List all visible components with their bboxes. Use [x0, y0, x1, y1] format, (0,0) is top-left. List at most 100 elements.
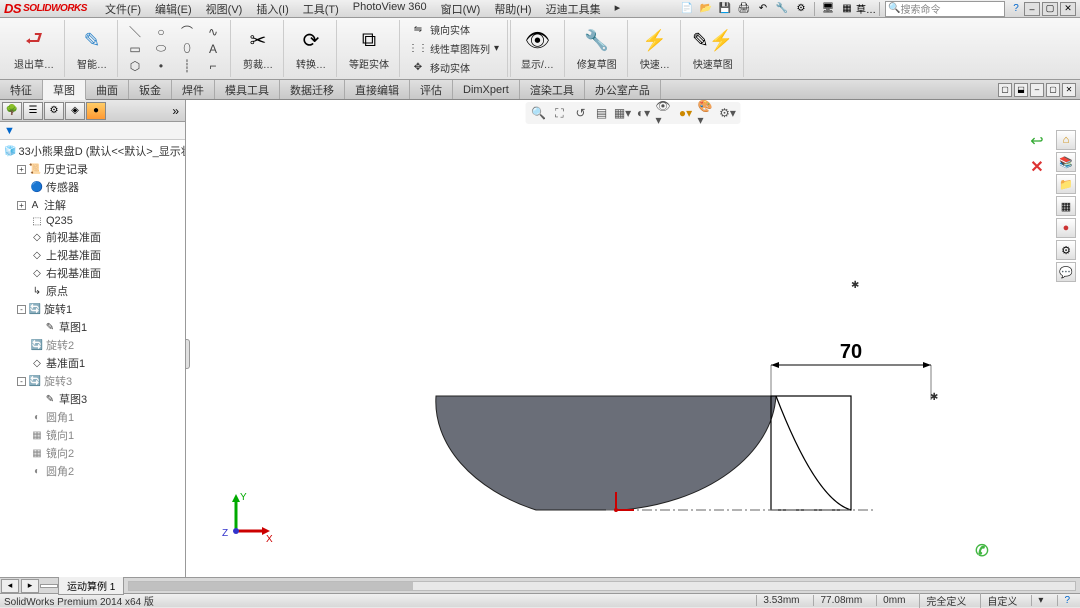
tree-item[interactable]: -🔄旋转3 [2, 372, 183, 390]
mirror-button[interactable]: ⇋镜向实体 [408, 21, 501, 38]
menu-maidi[interactable]: 迈迪工具集 [540, 0, 607, 18]
fm-tab-render-icon[interactable]: ● [86, 102, 106, 120]
status-custom[interactable]: 自定义 [980, 593, 1023, 608]
vp-minimize-icon[interactable]: – [1030, 83, 1044, 97]
fm-tab-display-icon[interactable]: ◈ [65, 102, 85, 120]
model-tab[interactable] [40, 584, 58, 588]
tab-sheetmetal[interactable]: 钣金 [129, 80, 172, 99]
tab-scroll-left-icon[interactable]: ◂ [1, 579, 19, 593]
vp-split-h-icon[interactable]: ⬓ [1014, 83, 1028, 97]
tree-item[interactable]: ◐圆角2 [2, 462, 183, 480]
minimize-icon[interactable]: – [1024, 2, 1040, 16]
tree-toggle-icon[interactable]: + [17, 165, 26, 174]
tab-surfaces[interactable]: 曲面 [86, 80, 129, 99]
menu-tools[interactable]: 工具(T) [297, 0, 345, 18]
tab-scroll-right-icon[interactable]: ▸ [21, 579, 39, 593]
move-button[interactable]: ✥移动实体 [408, 59, 501, 76]
menu-overflow-icon[interactable]: ▸ [609, 0, 627, 18]
tree-item[interactable]: ✎草图3 [2, 390, 183, 408]
tree-item[interactable]: ◇右视基准面 [2, 264, 183, 282]
status-help-icon[interactable]: ? [1057, 595, 1076, 606]
vp-maximize-icon[interactable]: ▢ [1046, 83, 1060, 97]
tab-directedit[interactable]: 直接编辑 [345, 80, 410, 99]
tree-item[interactable]: ◐圆角1 [2, 408, 183, 426]
tree-item[interactable]: ↳原点 [2, 282, 183, 300]
ellipse-icon[interactable]: ⬯ [178, 42, 196, 56]
line-icon[interactable]: ＼ [126, 25, 144, 39]
tab-mold[interactable]: 模具工具 [215, 80, 280, 99]
tab-office[interactable]: 办公室产品 [585, 80, 661, 99]
tree-item[interactable]: 🔵传感器 [2, 178, 183, 196]
menu-photoview[interactable]: PhotoView 360 [347, 0, 433, 18]
quick-button[interactable]: ⚡ 快速… [636, 25, 674, 73]
tree-item[interactable]: +📜历史记录 [2, 160, 183, 178]
help-icon[interactable]: ? [1008, 1, 1024, 17]
tab-evaluate[interactable]: 评估 [410, 80, 453, 99]
smart-dimension-button[interactable]: ✎ 智能… [73, 25, 111, 73]
menu-insert[interactable]: 插入(I) [250, 0, 294, 18]
tab-dimxpert[interactable]: DimXpert [453, 80, 520, 99]
convert-button[interactable]: ⟳ 转换… [292, 25, 330, 73]
tree-item[interactable]: ▦镜向1 [2, 426, 183, 444]
repair-sketch-button[interactable]: 🔧 修复草图 [573, 25, 621, 73]
circle-icon[interactable]: ○ [152, 25, 170, 39]
vp-single-icon[interactable]: ▢ [998, 83, 1012, 97]
tree-filter[interactable]: ▼ [0, 122, 185, 140]
tree-toggle-icon[interactable]: - [17, 305, 26, 314]
sketch-arc[interactable] [776, 396, 851, 510]
tree-item[interactable]: ⬚Q235 [2, 214, 183, 228]
polygon-icon[interactable]: ⬡ [126, 59, 144, 73]
tree-item[interactable]: +A注解 [2, 196, 183, 214]
centerline-icon[interactable]: ┊ [178, 59, 196, 73]
save-icon[interactable]: 💾 [717, 1, 733, 17]
tree-item[interactable]: ◇前视基准面 [2, 228, 183, 246]
tree-item[interactable]: ◇基准面1 [2, 354, 183, 372]
point-icon[interactable]: • [152, 59, 170, 73]
tab-datamigration[interactable]: 数据迁移 [280, 80, 345, 99]
rebuild-icon[interactable]: 🔧 [774, 1, 790, 17]
tree-item[interactable]: 🔄旋转2 [2, 336, 183, 354]
text-icon[interactable]: 草… [858, 1, 874, 17]
command-search[interactable]: 🔍 搜索命令 [885, 1, 1005, 17]
screen-icon[interactable]: 🖥 [820, 1, 836, 17]
pattern-button[interactable]: ⋮⋮线性草图阵列 ▾ [408, 40, 501, 57]
tree-toggle-icon[interactable]: - [17, 377, 26, 386]
tab-weldments[interactable]: 焊件 [172, 80, 215, 99]
text-tool-icon[interactable]: A [204, 42, 222, 56]
dimension-70[interactable]: 70 [771, 341, 931, 400]
maximize-icon[interactable]: ▢ [1042, 2, 1058, 16]
tile-icon[interactable]: ▦ [839, 1, 855, 17]
vp-close-icon[interactable]: ✕ [1062, 83, 1076, 97]
h-scrollbar[interactable] [128, 581, 1076, 591]
menu-view[interactable]: 视图(V) [200, 0, 249, 18]
menu-help[interactable]: 帮助(H) [488, 0, 537, 18]
print-icon[interactable]: 🖨 [736, 1, 752, 17]
trim-button[interactable]: ✂ 剪裁… [239, 25, 277, 73]
tree-item[interactable]: ✎草图1 [2, 318, 183, 336]
fm-tab-config-icon[interactable]: ⚙ [44, 102, 64, 120]
menu-edit[interactable]: 编辑(E) [149, 0, 198, 18]
collapse-panel-icon[interactable]: » [168, 104, 183, 118]
tree-item[interactable]: -🔄旋转1 [2, 300, 183, 318]
graphics-viewport[interactable]: ⋮ 🔍 ⛶ ↺ ▤ ▦▾ ◐▾ 👁▾ ●▾ 🎨▾ ⚙▾ ↩ ✕ ⌂ 📚 📁 ▦ … [186, 100, 1080, 577]
new-icon[interactable]: 📄 [679, 1, 695, 17]
arc-icon[interactable]: ⌒ [178, 25, 196, 39]
close-icon[interactable]: ✕ [1060, 2, 1076, 16]
rapid-sketch-button[interactable]: ✎⚡ 快速草图 [689, 25, 737, 73]
tree-item[interactable]: ▦镜向2 [2, 444, 183, 462]
tree-item[interactable]: ◇上视基准面 [2, 246, 183, 264]
fillet-icon[interactable]: ⌐ [204, 59, 222, 73]
open-icon[interactable]: 📂 [698, 1, 714, 17]
status-flag-icon[interactable]: ▾ [1031, 595, 1049, 606]
slot-icon[interactable]: ⬭ [152, 42, 170, 56]
menu-window[interactable]: 窗口(W) [435, 0, 487, 18]
tree-root[interactable]: 🧊 33小熊果盘D (默认<<默认>_显示状态 [2, 142, 183, 160]
options-icon[interactable]: ⚙ [793, 1, 809, 17]
menu-file[interactable]: 文件(F) [99, 0, 147, 18]
rect-icon[interactable]: ▭ [126, 42, 144, 56]
undo-icon[interactable]: ↶ [755, 1, 771, 17]
display-button[interactable]: 👁 显示/… [517, 25, 558, 73]
view-triad[interactable]: Y X Z [216, 486, 276, 549]
exit-sketch-button[interactable]: ⮐ 退出草… [10, 25, 58, 73]
tab-render[interactable]: 渲染工具 [520, 80, 585, 99]
